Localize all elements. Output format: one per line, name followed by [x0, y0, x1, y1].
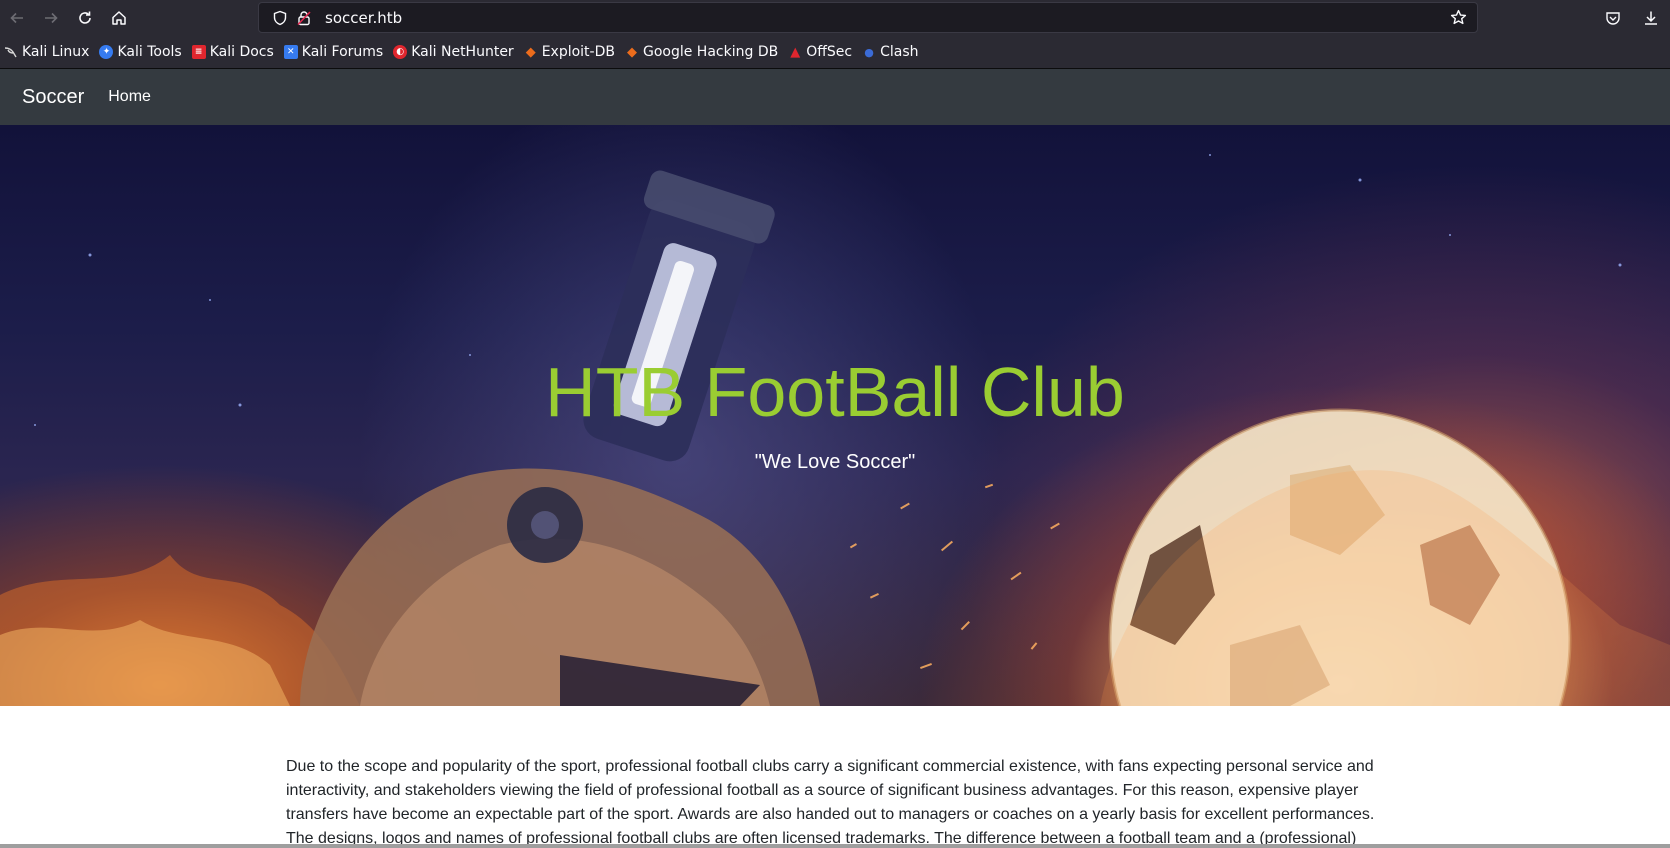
pocket-button[interactable] [1594, 3, 1632, 33]
offsec-icon: ▲ [790, 44, 801, 60]
bookmark-exploit-db[interactable]: ◆ Exploit-DB [524, 39, 615, 65]
bookmark-star-icon[interactable] [1450, 9, 1467, 30]
reload-button[interactable] [68, 3, 102, 33]
kali-dragon-icon [4, 45, 18, 59]
clash-icon: ● [864, 45, 874, 59]
window-bottom-edge [0, 844, 1670, 848]
bookmark-kali-forums[interactable]: ✕ Kali Forums [283, 39, 383, 65]
shield-icon[interactable] [271, 9, 289, 27]
hero-subtitle: "We Love Soccer" [754, 451, 916, 473]
ghdb-icon: ◆ [626, 44, 637, 60]
bookmark-kali-docs[interactable]: ≡ Kali Docs [191, 39, 274, 65]
hero-title: HTB FootBall Club [545, 353, 1125, 431]
bookmark-offsec[interactable]: ▲ OffSec [788, 39, 852, 65]
url-text[interactable]: soccer.htb [325, 9, 402, 27]
intro-paragraph: Due to the scope and popularity of the s… [286, 758, 1375, 847]
lock-warning-icon[interactable] [295, 9, 313, 27]
kali-forums-icon: ✕ [283, 45, 298, 59]
bookmark-kali-tools[interactable]: ✦ Kali Tools [99, 39, 182, 65]
pocket-icon [1606, 12, 1620, 25]
download-icon [1645, 11, 1657, 25]
reload-icon [79, 11, 91, 24]
arrow-right-icon [45, 12, 58, 24]
hero-banner: HTB FootBall Club "We Love Soccer" [0, 125, 1670, 706]
home-icon [112, 11, 126, 25]
nav-home-link[interactable]: Home [108, 88, 151, 106]
back-button[interactable] [0, 3, 34, 33]
kali-tools-icon: ✦ [99, 45, 114, 59]
url-bar[interactable]: soccer.htb [258, 2, 1478, 33]
site-navbar: Soccer Home [0, 69, 1670, 125]
bookmark-clash[interactable]: ● Clash [862, 39, 918, 65]
exploit-db-icon: ◆ [525, 44, 536, 60]
browser-toolbar: soccer.htb [0, 0, 1670, 36]
bookmark-google-hacking-db[interactable]: ◆ Google Hacking DB [625, 39, 778, 65]
bookmark-kali-nethunter[interactable]: ◐ Kali NetHunter [393, 39, 514, 65]
site-brand[interactable]: Soccer [22, 86, 84, 109]
kali-docs-icon: ≡ [191, 45, 206, 59]
arrow-left-icon [10, 12, 23, 24]
downloads-button[interactable] [1632, 3, 1670, 33]
nethunter-icon: ◐ [393, 45, 408, 59]
forward-button[interactable] [34, 3, 68, 33]
bookmarks-bar: Kali Linux ✦ Kali Tools ≡ Kali Docs ✕ Ka… [0, 36, 1670, 69]
bookmark-kali-linux[interactable]: Kali Linux [4, 39, 89, 65]
home-button[interactable] [102, 3, 136, 33]
